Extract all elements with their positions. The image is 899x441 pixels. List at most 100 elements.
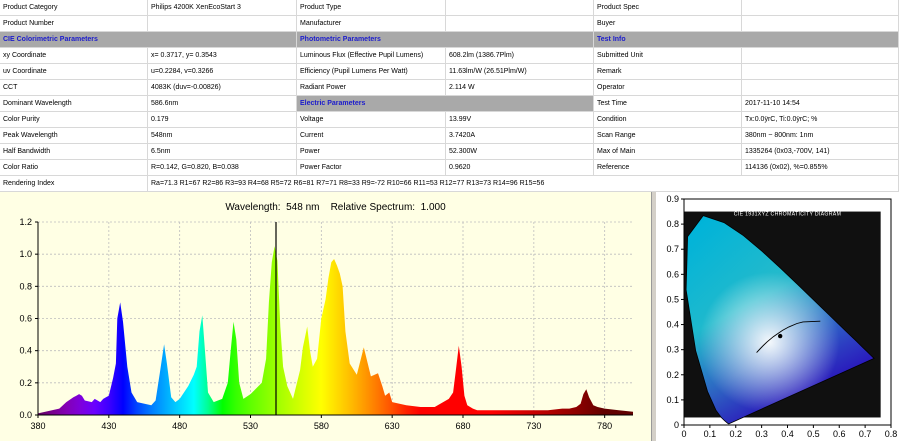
param-label: Color Purity (0, 112, 148, 128)
param-label: Rendering Index (0, 176, 148, 192)
param-value (446, 16, 594, 32)
param-label: Scan Range (594, 128, 742, 144)
y-tick-label: 1.0 (19, 249, 32, 259)
table-row: uv Coordinate u=0.2284, v=0.3266 Efficienc… (0, 64, 899, 80)
param-value (742, 0, 899, 16)
table-row: Rendering Index Ra=71.3 R1=67 R2=86 R3=93… (0, 176, 899, 192)
param-value: 0.179 (148, 112, 297, 128)
y-tick-label: 0 (674, 420, 679, 430)
param-label: Product Number (0, 16, 148, 32)
param-label: Radiant Power (297, 80, 446, 96)
y-tick-label: 0.8 (666, 219, 679, 229)
x-tick-label: 0.2 (729, 429, 742, 439)
y-tick-label: 0.4 (666, 320, 679, 330)
x-tick-label: 0.5 (807, 429, 820, 439)
param-value: 4083K (duv=-0.00826) (148, 80, 297, 96)
param-label: Max of Main (594, 144, 742, 160)
y-tick-label: 0.6 (19, 314, 32, 324)
x-tick-label: 0.3 (755, 429, 768, 439)
param-label: Current (297, 128, 446, 144)
param-label: uv Coordinate (0, 64, 148, 80)
param-label: Luminous Flux (Effective Pupil Lumens) (297, 48, 446, 64)
x-tick-label: 0.6 (833, 429, 846, 439)
param-label: Voltage (297, 112, 446, 128)
param-value: R=0.142, G=0.820, B=0.038 (148, 160, 297, 176)
param-value (742, 64, 899, 80)
x-tick-label: 0.1 (704, 429, 717, 439)
param-label: Efficiency (Pupil Lumens Per Watt) (297, 64, 446, 80)
param-value: 114136 (0x02), %=0.855% (742, 160, 899, 176)
param-value (148, 16, 297, 32)
param-value: 0.9620 (446, 160, 594, 176)
x-tick-label: 530 (243, 421, 258, 431)
param-value: Philips 4200K XenEcoStart 3 (148, 0, 297, 16)
param-label: Dominant Wavelength (0, 96, 148, 112)
param-value: 3.7420A (446, 128, 594, 144)
param-value: 380nm ~ 800nm: 1nm (742, 128, 899, 144)
param-value: 548nm (148, 128, 297, 144)
section-header: Electric Parameters (297, 96, 594, 112)
parameter-table: Product Category Philips 4200K XenEcoStar… (0, 0, 899, 192)
y-tick-label: 0.5 (666, 294, 679, 304)
spectrum-title: Wavelength: 548 nm Relative Spectrum: 1.… (225, 202, 446, 213)
x-tick-label: 430 (101, 421, 116, 431)
param-label: Power Factor (297, 160, 446, 176)
param-label: Operator (594, 80, 742, 96)
param-label: Manufacturer (297, 16, 446, 32)
table-row: Half Bandwidth 6.5nm Power 52.300W Max of Ma… (0, 144, 899, 160)
y-tick-label: 1.2 (19, 217, 32, 227)
param-value: 608.2lm (1386.7Plm) (446, 48, 594, 64)
x-tick-label: 730 (526, 421, 541, 431)
param-label: Test Time (594, 96, 742, 112)
param-label: Product Category (0, 0, 148, 16)
x-tick-label: 0.4 (781, 429, 794, 439)
cie-svg: CIE 1931XYZ CHROMATICITY DIAGRAM 0 0.1 0.2 0… (656, 192, 899, 441)
param-label: Power (297, 144, 446, 160)
table-row: Product Number Manufacturer Buyer (0, 16, 899, 32)
table-row: Peak Wavelength 548nm Current 3.7420A Scan R… (0, 128, 899, 144)
param-label: Condition (594, 112, 742, 128)
param-value: 13.99V (446, 112, 594, 128)
table-row: Product Category Philips 4200K XenEcoStar… (0, 0, 899, 16)
param-value: 586.6nm (148, 96, 297, 112)
y-tick-label: 0.1 (666, 395, 679, 405)
param-label: Product Spec (594, 0, 742, 16)
chromaticity-point (777, 333, 783, 339)
param-label: Color Ratio (0, 160, 148, 176)
y-tick-label: 0.3 (666, 345, 679, 355)
param-label: Reference (594, 160, 742, 176)
param-value: Ra=71.3 R1=67 R2=86 R3=93 R4=68 R5=72 R6… (148, 176, 899, 192)
y-tick-label: 0.2 (666, 370, 679, 380)
param-label: xy Coordinate (0, 48, 148, 64)
x-tick-label: 0 (681, 429, 686, 439)
param-value (446, 0, 594, 16)
param-value: 1335264 (0x03,-700V, 141) (742, 144, 899, 160)
param-label: Product Type (297, 0, 446, 16)
param-value: 2017-11-10 14:54 (742, 96, 899, 112)
y-tick-label: 0.8 (19, 281, 32, 291)
table-row: xy Coordinate x= 0.3717, y= 0.3543 Luminou… (0, 48, 899, 64)
param-label: Submitted Unit (594, 48, 742, 64)
param-value (742, 48, 899, 64)
table-row: CIE Colorimetric Parameters Photometric P… (0, 32, 899, 48)
x-tick-label: 580 (314, 421, 329, 431)
x-tick-label: 0.7 (859, 429, 872, 439)
param-value: 2.114 W (446, 80, 594, 96)
param-value: x= 0.3717, y= 0.3543 (148, 48, 297, 64)
x-tick-label: 380 (30, 421, 45, 431)
x-tick-label: 0.8 (885, 429, 898, 439)
param-label: Remark (594, 64, 742, 80)
x-tick-label: 680 (455, 421, 470, 431)
param-value: 11.63lm/W (26.51Plm/W) (446, 64, 594, 80)
table-row: CCT 4083K (duv=-0.00826) Radiant Power 2.11… (0, 80, 899, 96)
param-value (742, 16, 899, 32)
cie-title: CIE 1931XYZ CHROMATICITY DIAGRAM (734, 211, 841, 217)
y-tick-label: 0.4 (19, 346, 32, 356)
x-tick-label: 780 (597, 421, 612, 431)
spectrum-svg: 0.0 0.2 0.4 0.6 0.8 1.0 1.2 380 430 480 530 580 630 6… (0, 192, 651, 441)
section-header: CIE Colorimetric Parameters (0, 32, 297, 48)
param-label: Buyer (594, 16, 742, 32)
y-tick-label: 0.7 (666, 244, 679, 254)
y-tick-label: 0.0 (19, 410, 32, 420)
param-value: 6.5nm (148, 144, 297, 160)
